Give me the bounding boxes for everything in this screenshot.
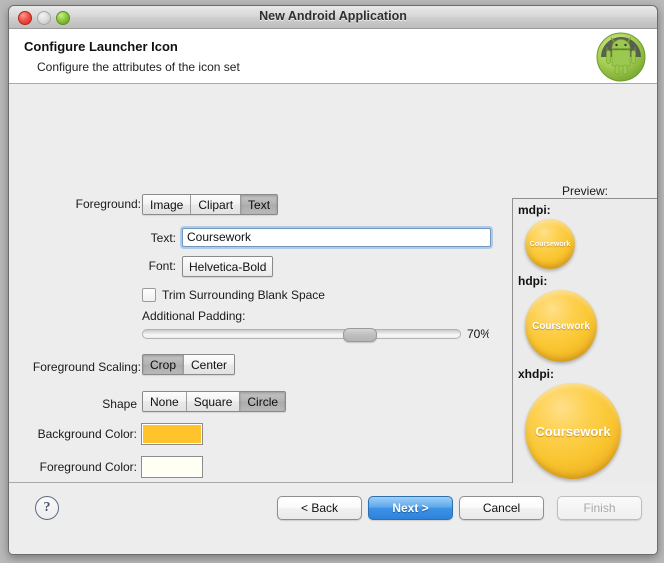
- foreground-label: Foreground:: [75, 197, 141, 211]
- title-bar: New Android Application: [9, 6, 657, 29]
- foreground-option-text[interactable]: Text: [241, 195, 278, 214]
- font-label: Font:: [148, 259, 176, 273]
- foreground-segmented-control[interactable]: Image Clipart Text: [142, 194, 279, 215]
- preview-dpi-label-mdpi: mdpi:: [518, 203, 551, 217]
- wizard-header: Configure Launcher Icon Configure the at…: [9, 29, 657, 84]
- android-robot-icon: [593, 31, 649, 83]
- preview-dpi-label-xhdpi: xhdpi:: [518, 367, 554, 381]
- cancel-button[interactable]: Cancel: [459, 496, 544, 520]
- foreground-scaling-segmented-control[interactable]: Crop Center: [142, 354, 236, 375]
- background-color-label: Background Color:: [37, 427, 137, 441]
- preview-caption: Preview:: [561, 184, 608, 198]
- additional-padding-value: 70%: [467, 327, 489, 341]
- shape-option-square[interactable]: Square: [186, 392, 241, 411]
- additional-padding-slider[interactable]: [142, 328, 461, 342]
- trim-checkbox-row[interactable]: Trim Surrounding Blank Space: [142, 288, 325, 302]
- preview-icon-mdpi: Coursework: [525, 219, 575, 269]
- foreground-scaling-label: Foreground Scaling:: [32, 360, 141, 374]
- shape-option-circle[interactable]: Circle: [240, 392, 286, 411]
- help-button[interactable]: ?: [35, 496, 59, 520]
- preview-icon-text-mdpi: Coursework: [529, 240, 571, 248]
- foreground-color-swatch[interactable]: [141, 456, 203, 478]
- preview-dpi-label-hdpi: hdpi:: [518, 274, 548, 288]
- preview-icon-text-hdpi: Coursework: [532, 320, 590, 332]
- shape-segmented-control[interactable]: None Square Circle: [142, 391, 287, 412]
- foreground-color-label: Foreground Color:: [39, 460, 137, 474]
- text-input[interactable]: [182, 228, 491, 247]
- page-subtitle: Configure the attributes of the icon set: [37, 60, 240, 74]
- wizard-footer: ? < Back Next > Cancel Finish: [9, 483, 657, 554]
- scaling-option-center[interactable]: Center: [184, 355, 235, 374]
- preview-icon-xhdpi: Coursework: [525, 383, 621, 479]
- shape-label: Shape: [102, 397, 137, 411]
- additional-padding-label: Additional Padding:: [142, 309, 246, 323]
- slider-thumb[interactable]: [342, 328, 377, 342]
- foreground-option-image[interactable]: Image: [143, 195, 192, 214]
- trim-checkbox[interactable]: [142, 288, 156, 302]
- preview-icon-text-xhdpi: Coursework: [535, 423, 611, 439]
- background-color-swatch[interactable]: [141, 423, 203, 445]
- dialog-window: New Android Application Configure Launch…: [8, 5, 658, 555]
- page-title: Configure Launcher Icon: [24, 39, 178, 54]
- finish-button: Finish: [557, 496, 642, 520]
- foreground-option-clipart[interactable]: Clipart: [191, 195, 242, 214]
- scaling-option-crop[interactable]: Crop: [143, 355, 185, 374]
- text-label: Text:: [150, 231, 176, 245]
- next-button[interactable]: Next >: [368, 496, 453, 520]
- preview-icon-hdpi: Coursework: [525, 290, 597, 362]
- trim-checkbox-label: Trim Surrounding Blank Space: [162, 288, 325, 302]
- back-button[interactable]: < Back: [277, 496, 362, 520]
- window-title: New Android Application: [259, 9, 407, 23]
- shape-option-none[interactable]: None: [143, 392, 187, 411]
- wizard-body: Foreground: Image Clipart Text Text: Fon…: [9, 84, 657, 542]
- font-chooser-button[interactable]: Helvetica-Bold: [182, 256, 274, 277]
